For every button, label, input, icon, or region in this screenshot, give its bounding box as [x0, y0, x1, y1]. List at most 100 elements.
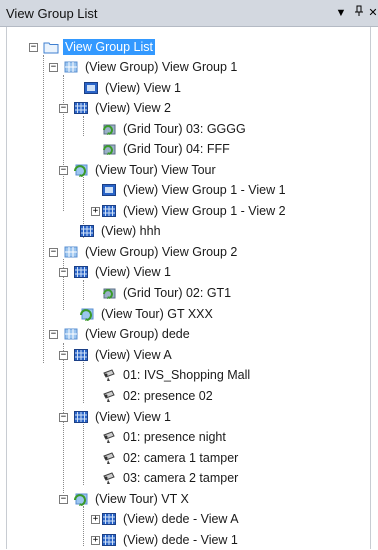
tree-item-view[interactable]: + (View) View Group 1 - View 2 — [91, 201, 288, 221]
tree-item-view[interactable]: + (View) dede - View 1 — [91, 530, 240, 550]
collapse-toggle[interactable]: − — [49, 62, 58, 72]
tree-item-grid-tour[interactable]: (Grid Tour) 04: FFF — [101, 139, 232, 159]
collapse-toggle[interactable]: − — [49, 329, 58, 339]
grid-tour-icon — [103, 288, 116, 299]
tree-item-label: (View) View 1 — [95, 410, 171, 424]
tree-connector — [83, 280, 84, 300]
tree-item-view[interactable]: (View) View Group 1 - View 1 — [101, 180, 288, 200]
folder-icon — [43, 42, 59, 54]
tree-item-label: 03: camera 2 tamper — [123, 471, 239, 485]
tree-item-label: (View Group) dede — [85, 327, 190, 341]
close-icon[interactable]: ✕ — [368, 5, 378, 21]
panel-title: View Group List — [6, 6, 98, 21]
collapse-toggle[interactable]: − — [29, 42, 38, 52]
expand-toggle[interactable]: + — [91, 535, 100, 545]
expand-toggle[interactable]: + — [91, 514, 100, 524]
tree-item-view-group-1[interactable]: − (View Group) View Group 1 — [49, 57, 239, 77]
tree-item-grid-tour[interactable]: (Grid Tour) 03: GGGG — [101, 119, 248, 139]
tree-item-camera[interactable]: 01: presence night — [101, 427, 228, 447]
tree-item-label: (View Tour) View Tour — [95, 163, 216, 177]
pin-icon[interactable] — [352, 5, 366, 21]
panel-titlebar: View Group List ▼ ✕ — [0, 0, 378, 27]
collapse-toggle[interactable]: − — [59, 267, 68, 277]
tree-item-view[interactable]: − (View) View 1 — [59, 262, 173, 282]
view-group-icon — [64, 61, 78, 73]
view-grid-icon — [74, 266, 88, 278]
tree-connector — [43, 55, 44, 363]
tree-item-label: 01: presence night — [123, 430, 226, 444]
camera-icon — [103, 390, 115, 402]
tree-item-view[interactable]: + (View) dede - View A — [91, 509, 241, 529]
view-tour-icon — [80, 308, 94, 321]
view-single-icon — [84, 82, 98, 94]
tree-item-label: (View) View 1 — [105, 81, 181, 95]
tree-item-label: (View Group) View Group 1 — [85, 60, 238, 74]
expand-toggle[interactable]: + — [91, 206, 100, 216]
collapse-toggle[interactable]: − — [59, 350, 68, 360]
grid-tour-icon — [103, 124, 116, 135]
view-single-icon — [102, 184, 116, 196]
tree-connector — [83, 116, 84, 136]
tree-item-view-group-2[interactable]: − (View Group) View Group 2 — [49, 242, 239, 262]
tree-item-view[interactable]: − (View) View A — [59, 345, 174, 365]
tree-item-camera[interactable]: 02: presence 02 — [101, 386, 215, 406]
tree-item-label: (View) View 2 — [95, 101, 171, 115]
tree-item-view-group-dede[interactable]: − (View Group) dede — [49, 324, 192, 344]
tree-item-label: (View) View A — [95, 348, 172, 362]
camera-icon — [103, 472, 115, 484]
tree-item-camera[interactable]: 01: IVS_Shopping Mall — [101, 365, 252, 385]
view-grid-icon — [80, 225, 94, 237]
camera-icon — [103, 369, 115, 381]
collapse-toggle[interactable]: − — [49, 247, 58, 257]
tree-item-label: (View Group) View Group 2 — [85, 245, 238, 259]
tree-item-label: (View) dede - View 1 — [123, 533, 238, 547]
view-tour-icon — [74, 493, 88, 506]
view-grid-icon — [74, 349, 88, 361]
tree-root[interactable]: − View Group List — [29, 37, 156, 57]
view-group-icon — [64, 328, 78, 340]
view-grid-icon — [102, 534, 116, 546]
tree-item-label: (View) View Group 1 - View 1 — [123, 183, 286, 197]
tree-root-label: View Group List — [63, 39, 156, 55]
collapse-toggle[interactable]: − — [59, 494, 68, 504]
view-group-icon — [64, 246, 78, 258]
tree-item-view[interactable]: (View) hhh — [79, 221, 163, 241]
tree-item-view[interactable]: (View) View 1 — [69, 78, 183, 98]
tree-item-camera[interactable]: 02: camera 1 tamper — [101, 448, 240, 468]
tree-item-label: (View) View 1 — [95, 265, 171, 279]
tree-item-label: 02: camera 1 tamper — [123, 451, 239, 465]
view-grid-icon — [74, 102, 88, 114]
view-tour-icon — [74, 164, 88, 177]
tree-item-view-tour[interactable]: − (View Tour) View Tour — [59, 160, 218, 180]
tree-item-label: (Grid Tour) 02: GT1 — [123, 286, 232, 300]
view-group-tree: − View Group List − (View Group) View Gr… — [6, 27, 371, 549]
tree-connector — [63, 75, 64, 211]
collapse-toggle[interactable]: − — [59, 412, 68, 422]
view-grid-icon — [102, 205, 116, 217]
tree-item-label: (View) View Group 1 - View 2 — [123, 204, 286, 218]
tree-item-view-tour[interactable]: − (View Tour) VT X — [59, 489, 191, 509]
tree-connector — [83, 362, 84, 403]
tree-item-label: (View) dede - View A — [123, 512, 239, 526]
dropdown-menu-icon[interactable]: ▼ — [334, 5, 348, 21]
tree-item-label: (Grid Tour) 04: FFF — [123, 142, 230, 156]
tree-item-camera[interactable]: 03: camera 2 tamper — [101, 468, 240, 488]
tree-connector — [83, 506, 84, 546]
tree-item-view[interactable]: − (View) View 2 — [59, 98, 173, 118]
collapse-toggle[interactable]: − — [59, 103, 68, 113]
camera-icon — [103, 431, 115, 443]
tree-item-label: 02: presence 02 — [123, 389, 213, 403]
tree-item-grid-tour[interactable]: (Grid Tour) 02: GT1 — [101, 283, 233, 303]
tree-item-view[interactable]: − (View) View 1 — [59, 407, 173, 427]
tree-item-label: (View Tour) VT X — [95, 492, 189, 506]
camera-icon — [103, 452, 115, 464]
view-grid-icon — [74, 411, 88, 423]
tree-item-label: (Grid Tour) 03: GGGG — [123, 122, 246, 136]
tree-item-label: (View Tour) GT XXX — [101, 307, 213, 321]
view-grid-icon — [102, 513, 116, 525]
tree-item-label: (View) hhh — [101, 224, 161, 238]
collapse-toggle[interactable]: − — [59, 165, 68, 175]
tree-item-label: 01: IVS_Shopping Mall — [123, 368, 251, 382]
tree-item-view-tour[interactable]: (View Tour) GT XXX — [79, 304, 215, 324]
grid-tour-icon — [103, 144, 116, 155]
